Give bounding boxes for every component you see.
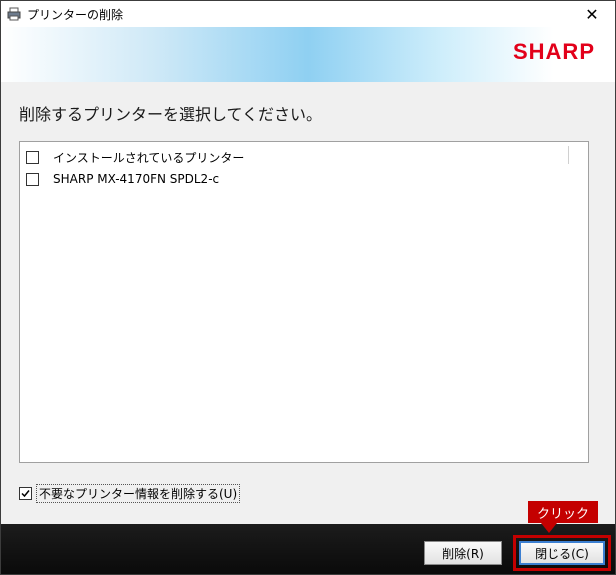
header-banner: SHARP <box>1 27 615 82</box>
printer-icon <box>7 7 21 21</box>
list-item-label: インストールされているプリンター <box>53 150 245 165</box>
cleanup-label: 不要なプリンター情報を削除する(U) <box>36 484 241 503</box>
sharp-logo: SHARP <box>512 39 595 64</box>
instruction-heading: 削除するプリンターを選択してください。 <box>19 105 323 124</box>
callout-pointer <box>541 523 557 533</box>
cleanup-option[interactable]: 不要なプリンター情報を削除する(U) <box>19 484 241 503</box>
checkmark-icon <box>21 490 30 498</box>
window-title: プリンターの削除 <box>27 7 124 22</box>
list-item[interactable]: インストールされているプリンター <box>20 146 244 168</box>
title-bar: プリンターの削除 ✕ <box>1 1 615 27</box>
checkbox[interactable] <box>26 172 39 186</box>
printer-delete-window: プリンターの削除 ✕ SHARP 削除するプリンターを選択してください。 インス… <box>0 0 616 575</box>
column-divider <box>568 146 569 164</box>
cleanup-checkbox[interactable] <box>19 487 32 500</box>
list-item-label: SHARP MX-4170FN SPDL2-c <box>53 172 220 186</box>
close-window-icon[interactable]: ✕ <box>569 1 615 27</box>
click-callout: クリック <box>528 501 598 523</box>
list-item[interactable]: SHARP MX-4170FN SPDL2-c <box>20 168 219 190</box>
checkbox[interactable] <box>26 150 39 164</box>
delete-button[interactable]: 削除(R) <box>424 541 502 565</box>
printer-list[interactable]: インストールされているプリンター SHARP MX-4170FN SPDL2-c <box>19 141 589 463</box>
close-button-highlight <box>513 535 611 571</box>
